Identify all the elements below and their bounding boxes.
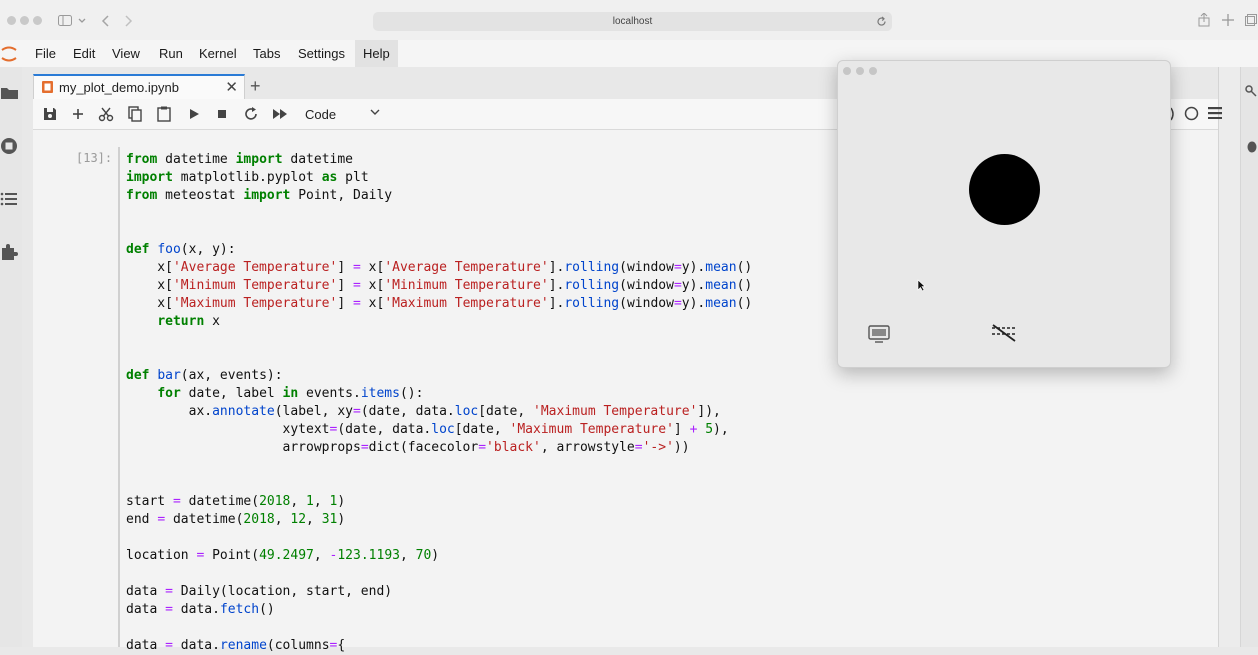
save-icon[interactable] — [41, 105, 59, 123]
chevron-down-icon[interactable] — [78, 18, 86, 24]
address-bar[interactable]: localhost — [373, 12, 892, 31]
camera-off-indicator-circle — [969, 154, 1040, 225]
table-of-contents-icon[interactable] — [0, 189, 20, 209]
popup-close-dot[interactable] — [843, 67, 851, 75]
jupyter-logo-icon — [1, 46, 17, 62]
code-line: data = data.fetch() — [126, 602, 275, 617]
window-zoom-dot[interactable] — [33, 16, 42, 25]
code-line: for date, label in events.items(): — [157, 386, 424, 401]
code-line: def bar(ax, events): — [126, 368, 283, 383]
code-line: data = data.rename(columns={ — [126, 638, 346, 653]
code-line: data = Daily(location, start, end) — [126, 584, 393, 599]
stop-icon[interactable] — [213, 105, 231, 123]
forward-arrow-icon[interactable] — [125, 15, 133, 27]
menu-edit[interactable]: Edit — [65, 40, 103, 67]
camera-off-icon[interactable] — [990, 323, 1018, 343]
left-sidebar — [0, 67, 23, 647]
restart-icon[interactable] — [242, 105, 260, 123]
code-line: import matplotlib.pyplot as plt — [126, 170, 369, 185]
code-cell-editor[interactable]: from datetime import datetime import matp… — [126, 151, 886, 655]
tab-notebook[interactable]: my_plot_demo.ipynb ✕ — [33, 74, 245, 101]
right-panel-edge — [1218, 67, 1241, 647]
code-line: arrowprops=dict(facecolor='black', arrow… — [126, 440, 690, 455]
property-inspector-icon[interactable] — [1245, 85, 1257, 97]
right-sidebar — [1240, 67, 1258, 647]
extensions-puzzle-icon[interactable] — [0, 242, 20, 262]
window-minimize-dot[interactable] — [20, 16, 29, 25]
copy-icon[interactable] — [126, 105, 144, 123]
new-tab-icon[interactable] — [1222, 14, 1234, 26]
code-line: ax.annotate(label, xy=(date, data.loc[da… — [126, 404, 721, 419]
tab-overview-icon[interactable] — [1245, 14, 1257, 26]
code-line: x['Average Temperature'] = x['Average Te… — [126, 260, 753, 275]
code-line: x['Maximum Temperature'] = x['Maximum Te… — [126, 296, 753, 311]
code-line: end = datetime(2018, 12, 31) — [126, 512, 346, 527]
back-arrow-icon[interactable] — [101, 15, 109, 27]
running-kernels-icon[interactable] — [0, 136, 20, 156]
code-line: start = datetime(2018, 1, 1) — [126, 494, 346, 509]
popup-zoom-dot[interactable] — [869, 67, 877, 75]
fast-forward-icon[interactable] — [271, 105, 289, 123]
code-line: from meteostat import Point, Daily — [126, 188, 393, 203]
chevron-down-icon[interactable] — [370, 107, 380, 117]
menu-settings[interactable]: Settings — [290, 40, 353, 67]
menu-kernel[interactable]: Kernel — [191, 40, 245, 67]
menu-tabs[interactable]: Tabs — [245, 40, 288, 67]
popup-minimize-dot[interactable] — [856, 67, 864, 75]
cell-type-select[interactable]: Code — [305, 107, 336, 122]
add-tab-button[interactable]: + — [250, 76, 261, 97]
code-line: from datetime import datetime — [126, 152, 354, 167]
folder-icon[interactable] — [0, 83, 20, 103]
menu-help[interactable]: Help — [355, 40, 398, 67]
run-icon[interactable] — [185, 105, 203, 123]
code-line: x['Minimum Temperature'] = x['Minimum Te… — [126, 278, 753, 293]
mouse-cursor-icon — [917, 279, 926, 292]
debugger-icon[interactable] — [1245, 139, 1257, 153]
code-line: def foo(x, y): — [126, 242, 236, 257]
notebook-file-icon — [42, 81, 53, 93]
add-cell-icon[interactable] — [69, 105, 87, 123]
window-close-dot[interactable] — [7, 16, 16, 25]
address-bar-text: localhost — [612, 16, 653, 27]
reload-icon[interactable] — [876, 16, 887, 27]
tab-title: my_plot_demo.ipynb — [59, 80, 179, 95]
menu-icon[interactable] — [1208, 107, 1222, 119]
floating-window[interactable] — [837, 60, 1171, 368]
code-line: xytext=(date, data.loc[date, 'Maximum Te… — [126, 422, 729, 437]
paste-icon[interactable] — [155, 105, 173, 123]
menu-view[interactable]: View — [104, 40, 148, 67]
cut-icon[interactable] — [97, 105, 115, 123]
kernel-idle-icon[interactable] — [1184, 106, 1199, 121]
menu-run[interactable]: Run — [151, 40, 191, 67]
share-icon[interactable] — [1198, 13, 1210, 27]
sidebar-toggle-icon[interactable] — [58, 15, 72, 26]
display-icon[interactable] — [868, 325, 890, 343]
cell-prompt: [13]: — [76, 151, 113, 165]
tab-close-button[interactable]: ✕ — [225, 78, 238, 96]
cell-collapser[interactable] — [118, 147, 120, 647]
code-line: return x — [157, 314, 220, 329]
menu-file[interactable]: File — [27, 40, 64, 67]
code-line: location = Point(49.2497, -123.1193, 70) — [126, 548, 440, 563]
browser-toolbar: localhost — [0, 0, 1258, 41]
